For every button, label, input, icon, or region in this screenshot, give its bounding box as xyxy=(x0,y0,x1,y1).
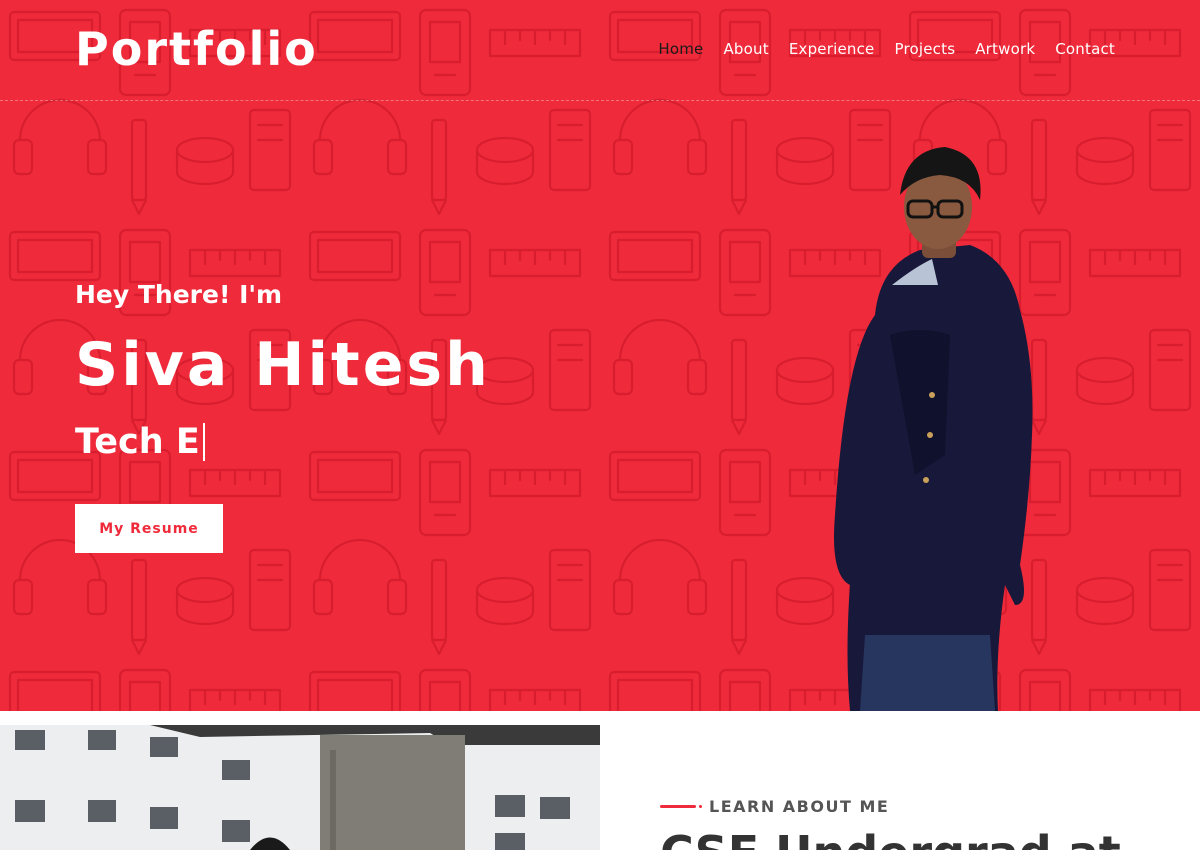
brand-logo[interactable]: Portfolio xyxy=(75,22,318,76)
nav-link-projects[interactable]: Projects xyxy=(894,40,955,58)
about-eyebrow: LEARN ABOUT ME xyxy=(660,797,889,816)
nav-link-experience[interactable]: Experience xyxy=(789,40,875,58)
top-navbar: Portfolio Home About Experience Projects… xyxy=(0,0,1200,101)
hero-name: Siva Hitesh xyxy=(75,330,491,400)
typed-role-line: Tech E xyxy=(75,422,205,462)
profile-photo-cutout xyxy=(834,147,1033,711)
eyebrow-text: LEARN ABOUT ME xyxy=(709,797,890,816)
nav-link-about[interactable]: About xyxy=(723,40,768,58)
eyebrow-accent-line xyxy=(660,805,702,808)
about-heading: CSE Undergrad at xyxy=(660,826,1121,850)
resume-button[interactable]: My Resume xyxy=(75,504,223,553)
typed-role-text: Tech E xyxy=(75,422,200,462)
hero-section: Portfolio Home About Experience Projects… xyxy=(0,0,1200,711)
hero-greeting: Hey There! I'm xyxy=(75,280,283,309)
typing-cursor xyxy=(202,423,205,461)
about-photo xyxy=(0,725,600,850)
main-nav: Home About Experience Projects Artwork C… xyxy=(658,40,1115,58)
nav-link-artwork[interactable]: Artwork xyxy=(975,40,1035,58)
nav-link-home[interactable]: Home xyxy=(658,40,703,58)
nav-link-contact[interactable]: Contact xyxy=(1055,40,1115,58)
about-photo-building-scene xyxy=(0,725,600,850)
